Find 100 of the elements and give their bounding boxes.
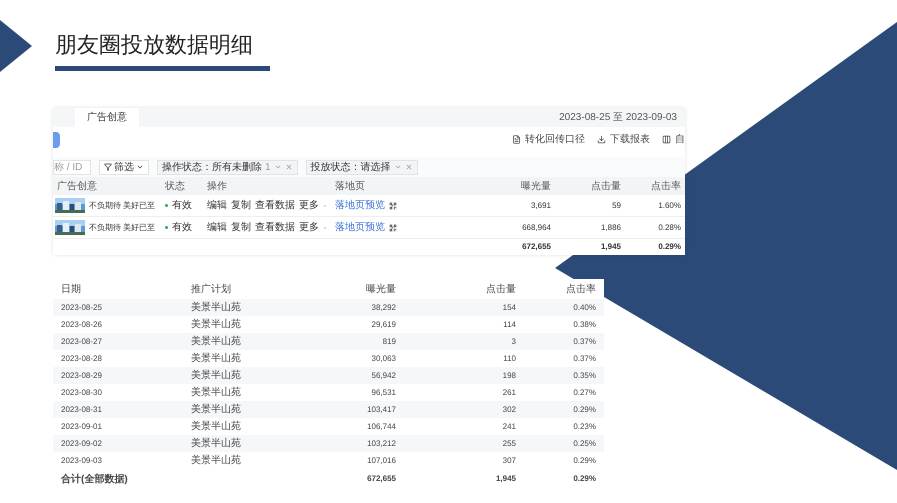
table-cell-text: 114 [502, 318, 517, 330]
caret-icon [136, 163, 144, 171]
caret-icon [394, 163, 402, 171]
action-link[interactable]: 复制 [231, 220, 251, 235]
qr-code-icon[interactable] [389, 224, 397, 232]
column-header[interactable]: 点击率 [625, 178, 685, 194]
table-cell-text: 有效 [172, 199, 192, 213]
filter-chip[interactable]: 操作状态：所有未删除 1 [157, 160, 298, 174]
table-cell: 不负期待 美好已至 [89, 200, 156, 212]
table-cell-text: 1,945 [600, 241, 622, 253]
chip-label: 操作状态：所有未删除 [162, 160, 262, 174]
column-header[interactable]: 操作 [203, 178, 331, 194]
action-link[interactable]: 查看数据 [255, 220, 295, 235]
columns-icon [662, 135, 671, 144]
table-cell-text: 56,942 [370, 370, 397, 382]
close-icon[interactable] [404, 163, 413, 171]
table-cell-text: 美景半山苑 [190, 402, 242, 417]
table-cell-text: 合计(全部数据) [60, 472, 129, 486]
action-link[interactable]: 编辑 [207, 198, 227, 213]
download-icon [597, 135, 606, 144]
search-field[interactable]: 称 / ID [53, 160, 91, 174]
column-header: 日期 [60, 282, 82, 296]
column-header[interactable]: 点击量 [555, 178, 625, 194]
toolbar-button[interactable]: 转化回传口径 [512, 132, 585, 147]
table-cell-text: 302 [502, 404, 517, 416]
table-cell-text: 0.37% [572, 352, 597, 364]
action-link[interactable]: 编辑 [207, 220, 227, 235]
table-cell-text: 154 [502, 302, 517, 314]
column-header: 点击量 [485, 282, 517, 296]
table-cell-text: 0.25% [572, 438, 597, 450]
table-cell-text: 2023-09-01 [60, 420, 103, 432]
table-cell-text: 0.35% [572, 370, 597, 382]
table-cell-text: 106,744 [366, 420, 397, 432]
filter-icon [104, 163, 112, 171]
table-cell-text: 有效 [172, 221, 192, 235]
table-cell-text: 29,619 [370, 318, 397, 330]
table-cell-text: 2023-09-03 [60, 454, 103, 466]
chip-label: 投放状态：请选择 [310, 160, 391, 174]
filter-button[interactable]: 筛选 [99, 160, 149, 174]
chip-count: 1 [265, 160, 271, 174]
table-cell-text: 0.27% [572, 386, 597, 398]
column-header: 点击率 [565, 282, 597, 296]
table-cell-text: 美景半山苑 [190, 420, 242, 434]
table-cell-text: 2023-08-29 [60, 370, 103, 382]
table-cell-text: 美景半山苑 [190, 386, 242, 400]
table-cell-text: 美景半山苑 [190, 436, 242, 451]
table-cell-text: 2023-08-28 [60, 352, 103, 364]
column-header[interactable]: 状态 [161, 178, 203, 194]
action-link[interactable]: 更多 [299, 220, 319, 235]
table-cell-text: 59 [611, 200, 622, 212]
column-header: 推广计划 [190, 282, 232, 296]
table-cell-text: 1,945 [494, 473, 517, 485]
landing-page-link[interactable]: 落地页预览 [335, 198, 385, 213]
table-cell-text: 307 [502, 454, 517, 466]
toolbar-button[interactable]: 自 [662, 132, 685, 147]
table-cell-text: 2023-09-02 [60, 438, 103, 450]
tab[interactable]: 广告创意 [75, 108, 139, 127]
table-cell-text: 2023-08-27 [60, 336, 103, 348]
qr-code-icon[interactable] [389, 202, 397, 210]
table-cell-text: 0.29% [572, 404, 597, 416]
table-cell-text: 198 [502, 370, 517, 382]
table-cell-text: 0.37% [572, 336, 597, 348]
table-cell-text: 2023-08-25 [60, 302, 103, 314]
toolbar-button[interactable]: 下载报表 [597, 132, 650, 147]
table-cell-text: 255 [502, 438, 517, 450]
table-cell-text: 0.23% [572, 420, 597, 432]
action-link[interactable]: 查看数据 [255, 198, 295, 213]
table-cell-text: 3 [510, 336, 517, 348]
date-range[interactable]: 2023-08-25 至 2023-09-03 [559, 110, 685, 125]
table-cell-text: 2023-08-31 [60, 404, 103, 416]
table-cell-text: 0.29% [572, 454, 597, 466]
action-link[interactable]: 更多 [299, 198, 319, 213]
table-cell-text: 261 [502, 386, 517, 398]
table-cell-text: 美景半山苑 [190, 334, 242, 349]
slide-title: 朋友圈投放数据明细 [55, 31, 254, 59]
action-link[interactable]: 复制 [231, 198, 251, 213]
table-cell-text: 241 [502, 420, 517, 432]
table-cell-text: 103,417 [366, 404, 397, 416]
landing-page-link[interactable]: 落地页预览 [335, 220, 385, 235]
table-cell-text: 2023-08-26 [60, 318, 103, 330]
table-cell: 不负期待 美好已至 [89, 222, 156, 234]
caret-icon [274, 163, 282, 171]
table-cell-text: 0.28% [657, 222, 682, 234]
table-cell-text: 1,886 [600, 222, 622, 234]
table-cell-text: 668,964 [521, 222, 552, 234]
column-header: 曝光量 [365, 282, 397, 296]
table-cell-text: 819 [382, 336, 397, 348]
filter-chip[interactable]: 投放状态：请选择 [306, 160, 418, 174]
table-cell-text: 美景半山苑 [190, 300, 242, 315]
table-cell-text: 103,212 [366, 438, 397, 450]
table-cell-text: 3,691 [530, 200, 552, 212]
button-edge[interactable] [53, 132, 60, 148]
column-header[interactable]: 曝光量 [415, 178, 555, 194]
column-header[interactable]: 落地页 [331, 178, 415, 194]
close-icon[interactable] [284, 163, 293, 171]
column-header[interactable]: 广告创意 [53, 178, 161, 194]
document-icon [512, 135, 521, 144]
table-cell-text: 38,292 [370, 302, 397, 314]
table-cell-text: 美景半山苑 [190, 352, 242, 366]
table-cell-text: 1.60% [657, 200, 682, 212]
